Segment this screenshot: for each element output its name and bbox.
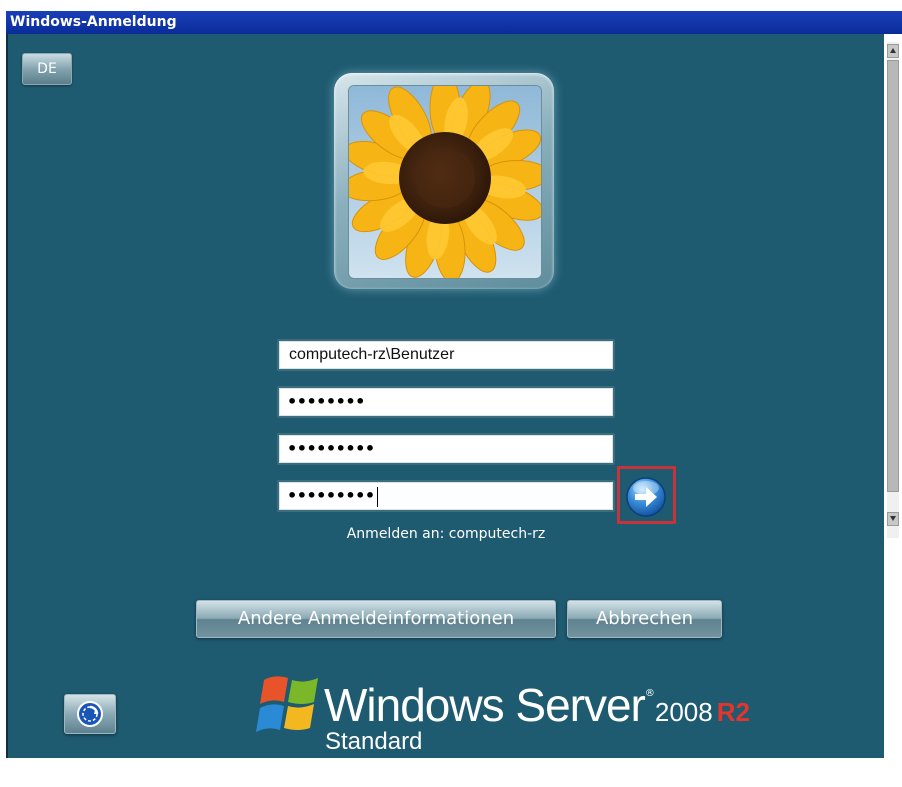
password-field[interactable]: •••••••• [277, 386, 615, 418]
cancel-button[interactable]: Abbrechen [567, 600, 722, 638]
language-button[interactable]: DE [22, 53, 72, 85]
product-name-text: Windows Server [324, 679, 646, 731]
other-credentials-button[interactable]: Andere Anmeldeinformationen [196, 600, 556, 638]
chevron-up-icon [890, 48, 896, 53]
chevron-down-icon [890, 516, 896, 521]
arrow-right-icon [626, 477, 666, 517]
trademark-mark: ® [644, 688, 655, 699]
window-bottom-edge [6, 758, 902, 787]
sunflower-icon [348, 85, 542, 279]
logon-target-text: Anmelden an: computech-rz [346, 526, 546, 542]
vertical-scrollbar[interactable] [884, 34, 902, 758]
password-value: •••••••• [287, 392, 365, 411]
user-tile [334, 73, 554, 289]
scrollbar-thumb[interactable] [887, 60, 899, 492]
text-caret [376, 486, 378, 507]
scroll-up-button[interactable] [887, 44, 899, 58]
new-password-value: ••••••••• [287, 439, 375, 458]
ease-of-access-icon [77, 701, 103, 727]
product-edition: Standard [325, 728, 423, 755]
product-name: Windows Server®2008 R2 [324, 678, 750, 732]
windows-logo-icon [256, 672, 326, 736]
title-bar: Windows-Anmeldung [0, 0, 902, 34]
new-password-field[interactable]: ••••••••• [277, 433, 615, 465]
submit-button[interactable] [624, 476, 668, 518]
confirm-password-field[interactable]: ••••••••• [277, 480, 615, 512]
username-value: computech-rz\Benutzer [289, 346, 455, 363]
confirm-password-value: ••••••••• [287, 482, 378, 510]
product-version: 2008 [654, 697, 713, 727]
confirm-password-text: ••••••••• [287, 486, 375, 505]
product-release: R2 [716, 697, 750, 727]
ease-of-access-button[interactable] [64, 694, 116, 734]
scroll-down-button[interactable] [887, 512, 899, 526]
window-title: Windows-Anmeldung [10, 14, 177, 30]
username-input[interactable]: computech-rz\Benutzer [277, 339, 615, 371]
